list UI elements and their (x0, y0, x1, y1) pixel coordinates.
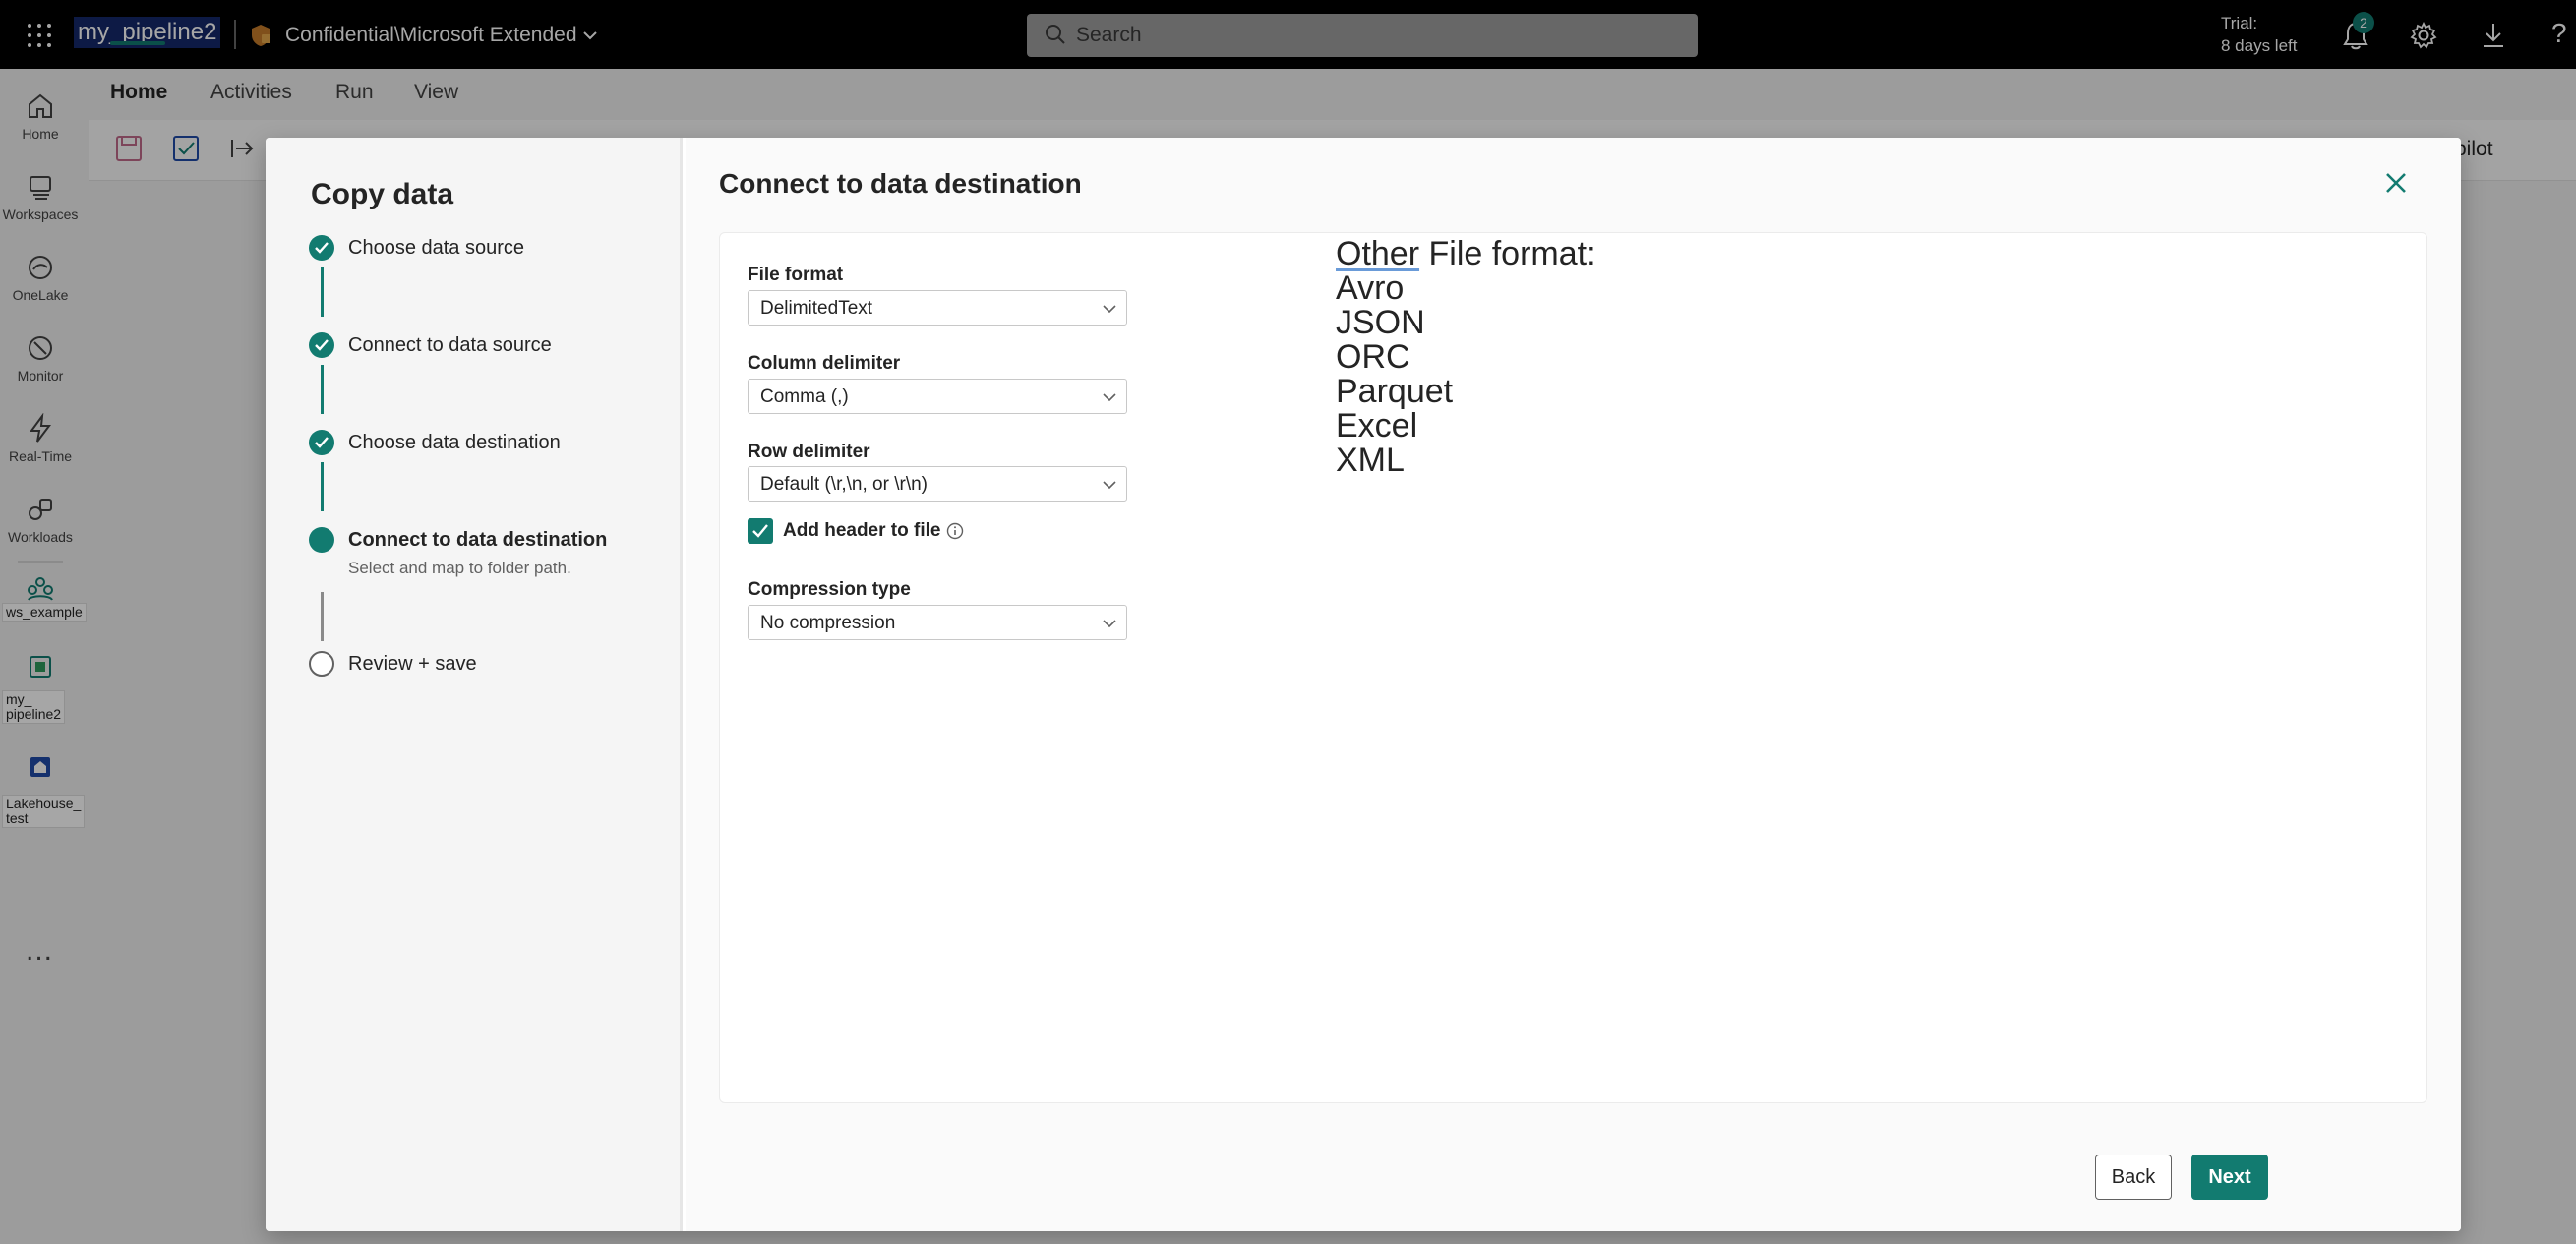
note-heading: Other File format: (1336, 237, 1596, 271)
settings-card: File format DelimitedText Column delimit… (719, 232, 2427, 1103)
wizard-title: Copy data (311, 178, 454, 210)
wizard-steps-pane: Copy data Choose data source Connect to … (266, 138, 683, 1231)
step-label: Connect to data destination (348, 529, 608, 551)
note-item: Avro (1336, 269, 1405, 307)
step-pending-icon (309, 651, 334, 677)
chevron-down-icon (1103, 481, 1116, 490)
file-format-dropdown[interactable]: DelimitedText (748, 290, 1127, 326)
back-button[interactable]: Back (2095, 1155, 2172, 1200)
add-header-checkbox[interactable] (748, 518, 773, 544)
step-connector (321, 365, 324, 414)
step-complete-icon (309, 332, 334, 358)
add-header-label[interactable]: Add header to file (783, 520, 940, 542)
note-item: XML (1336, 442, 1405, 479)
step-connector (321, 592, 324, 641)
other-file-formats-note: Other File format: Avro JSON ORC Parquet… (1336, 237, 1596, 478)
close-icon[interactable] (2378, 165, 2414, 201)
compression-type-value: No compression (760, 613, 896, 633)
column-delimiter-value: Comma (,) (760, 386, 849, 407)
step-connector (321, 462, 324, 511)
row-delimiter-dropdown[interactable]: Default (\r,\n, or \r\n) (748, 466, 1127, 502)
note-item: ORC (1336, 338, 1410, 376)
compression-type-label: Compression type (748, 579, 911, 600)
note-item: JSON (1336, 304, 1425, 341)
step-label: Choose data source (348, 237, 525, 259)
note-item: Parquet (1336, 373, 1454, 410)
column-delimiter-dropdown[interactable]: Comma (,) (748, 379, 1127, 414)
row-delimiter-value: Default (\r,\n, or \r\n) (760, 474, 928, 495)
chevron-down-icon (1103, 305, 1116, 314)
chevron-down-icon (1103, 620, 1116, 628)
step-label: Review + save (348, 653, 477, 675)
note-heading-word: Other (1336, 235, 1420, 272)
step-label: Choose data destination (348, 432, 561, 453)
step-complete-icon (309, 235, 334, 261)
panel-title: Connect to data destination (719, 168, 1082, 199)
info-icon[interactable] (946, 522, 964, 540)
chevron-down-icon (1103, 393, 1116, 402)
column-delimiter-label: Column delimiter (748, 353, 901, 374)
next-button[interactable]: Next (2191, 1155, 2268, 1200)
step-connector (321, 267, 324, 317)
row-delimiter-label: Row delimiter (748, 442, 870, 462)
copy-data-dialog: Copy data Choose data source Connect to … (266, 138, 2461, 1231)
step-current-icon (309, 527, 334, 553)
file-format-value: DelimitedText (760, 298, 873, 319)
step-sublabel: Select and map to folder path. (348, 559, 571, 577)
note-item: Excel (1336, 407, 1418, 444)
file-format-label: File format (748, 265, 844, 285)
step-complete-icon (309, 430, 334, 455)
step-label: Connect to data source (348, 334, 552, 356)
note-heading-rest: File format: (1419, 235, 1596, 272)
destination-settings-pane: Connect to data destination File format … (686, 138, 2461, 1231)
compression-type-dropdown[interactable]: No compression (748, 605, 1127, 640)
